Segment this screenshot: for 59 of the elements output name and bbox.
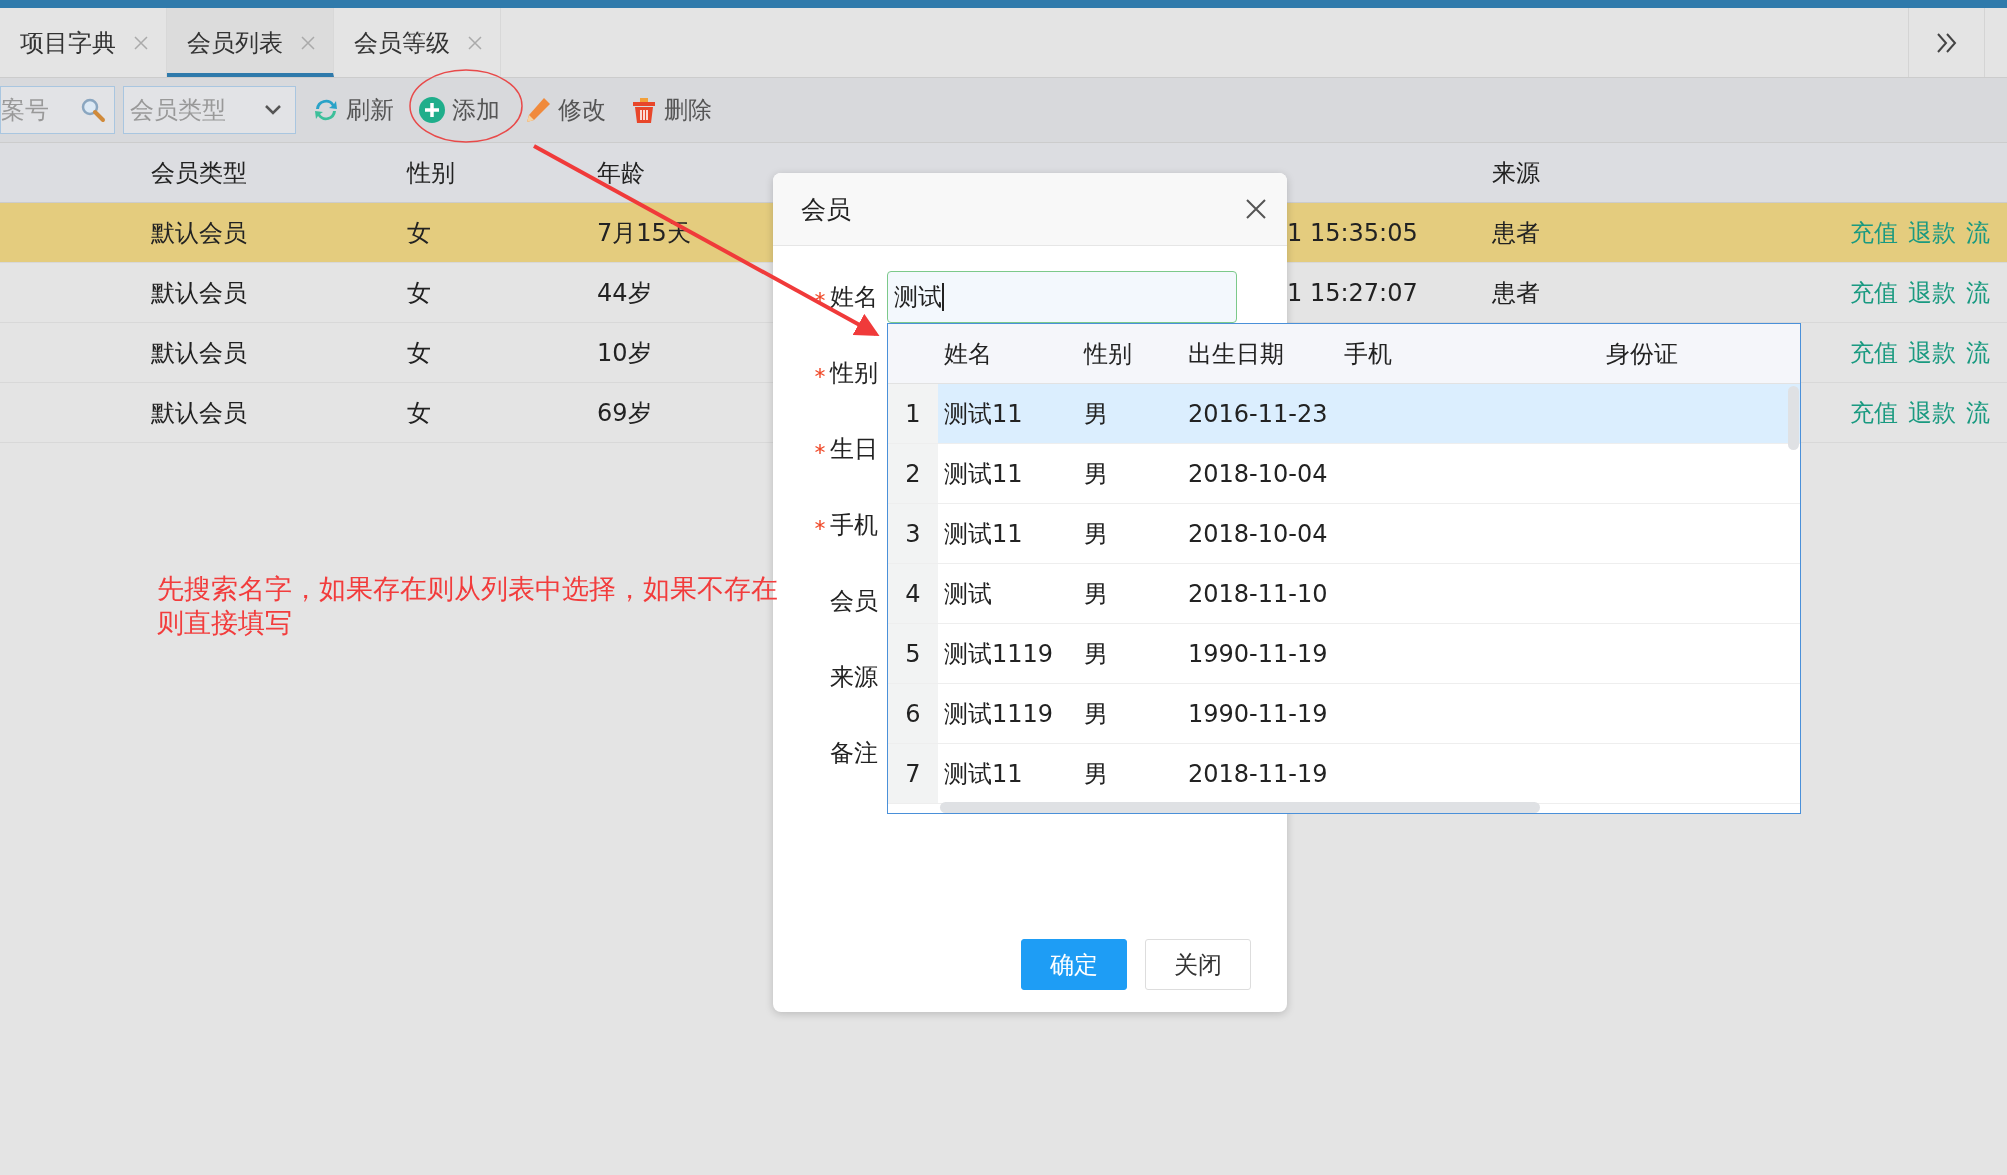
table-cell: 男 [1084, 639, 1108, 668]
table-cell: 测试1119 [944, 639, 1054, 668]
table-cell: 女 [407, 398, 431, 427]
table-cell: 男 [1084, 459, 1108, 488]
table-cell: 男 [1084, 579, 1108, 608]
annotation-text: 先搜索名字，如果存在则从列表中选择，如果不存在则直接填写 [157, 572, 779, 640]
table-cell: 1 15:35:05 [1287, 218, 1418, 247]
table-cell: 患者 [1492, 218, 1540, 247]
table-cell: 男 [1084, 759, 1108, 788]
field-label: 来源 [830, 662, 878, 693]
field-label: 手机 [830, 510, 878, 541]
table-cell: 患者 [1492, 278, 1540, 307]
table-cell: 测试1119 [944, 699, 1054, 728]
row-number: 6 [905, 699, 921, 728]
table-cell: 2018-10-04 [1188, 459, 1328, 488]
table-cell: 默认会员 [151, 338, 247, 367]
dialog-title: 会员 [801, 193, 851, 226]
column-header: 性别 [407, 157, 456, 189]
field-label: 备注 [830, 738, 878, 769]
table-cell: 1990-11-19 [1188, 699, 1328, 728]
table-cell: 2018-10-04 [1188, 519, 1328, 548]
column-header: 身份证 [1606, 339, 1678, 368]
table-cell: 69岁 [597, 398, 652, 427]
table-cell: 10岁 [597, 338, 652, 367]
column-header: 会员类型 [151, 157, 248, 189]
table-cell: 男 [1084, 399, 1108, 428]
row-number: 1 [905, 399, 921, 428]
table-cell: 1 15:27:07 [1287, 278, 1418, 307]
table-cell: 2018-11-10 [1188, 579, 1328, 608]
table-cell: 女 [407, 278, 431, 307]
field-label: 会员 [830, 586, 878, 617]
table-cell: 男 [1084, 519, 1108, 548]
row-number: 5 [905, 639, 921, 668]
column-header: 出生日期 [1188, 339, 1284, 368]
table-cell: 默认会员 [151, 218, 247, 247]
table-cell: 2018-11-19 [1188, 759, 1328, 788]
table-cell: 2016-11-23 [1188, 399, 1328, 428]
row-number: 7 [905, 759, 921, 788]
table-cell: 测试 [944, 579, 992, 608]
row-number: 2 [905, 459, 921, 488]
table-cell: 44岁 [597, 278, 652, 307]
table-cell: 女 [407, 218, 431, 247]
table-cell: 测试11 [944, 459, 1023, 488]
table-cell: 女 [407, 338, 431, 367]
table-cell: 测试11 [944, 519, 1023, 548]
column-header: 姓名 [944, 339, 992, 368]
table-cell: 1990-11-19 [1188, 639, 1328, 668]
table-cell: 测试11 [944, 759, 1023, 788]
table-cell: 测试11 [944, 399, 1023, 428]
row-number: 3 [905, 519, 921, 548]
row-number: 4 [905, 579, 921, 608]
field-label: 姓名 [830, 282, 878, 313]
table-cell: 默认会员 [151, 278, 247, 307]
column-header: 年龄 [597, 157, 646, 189]
column-header: 性别 [1084, 339, 1132, 368]
table-cell: 默认会员 [151, 398, 247, 427]
table-cell: 男 [1084, 699, 1108, 728]
column-header: 来源 [1492, 157, 1541, 189]
column-header: 手机 [1344, 339, 1392, 368]
